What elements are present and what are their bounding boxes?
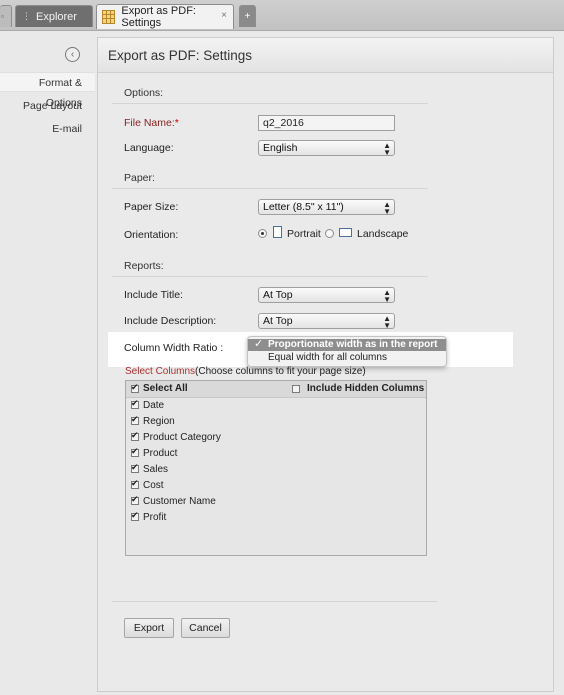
tab-explorer[interactable]: ⋮ Explorer (15, 5, 93, 27)
file-name-label-text: File Name: (124, 117, 175, 129)
tab-bar: ▫ ⋮ Explorer Export as PDF: Settings × + (0, 0, 564, 31)
landscape-label: Landscape (357, 228, 409, 240)
column-checkbox[interactable] (131, 414, 139, 425)
file-name-input[interactable]: q2_2016 (258, 115, 395, 131)
chevron-left-icon: ‹ (70, 49, 75, 60)
column-checkbox[interactable] (131, 510, 139, 521)
include-description-label: Include Description: (124, 315, 217, 327)
column-checkbox[interactable] (131, 398, 139, 409)
column-checkbox[interactable] (131, 494, 139, 505)
select-columns-label: Select Columns(Choose columns to fit you… (125, 366, 366, 377)
include-title-select[interactable]: At Top ▲ ▼ (258, 287, 395, 304)
divider (112, 601, 437, 602)
paper-size-label: Paper Size: (124, 201, 179, 213)
tab-export-settings[interactable]: Export as PDF: Settings × (96, 4, 234, 29)
include-description-select-value: At Top (263, 315, 293, 327)
column-list-header: Select All Include Hidden Columns (126, 381, 426, 398)
back-button[interactable]: ‹ (65, 47, 80, 62)
tab-explorer-label: Explorer (36, 10, 77, 23)
home-tab[interactable]: ▫ (0, 5, 12, 27)
column-width-dropdown[interactable]: ✓ Proportionate width as in the report E… (247, 336, 447, 367)
tab-settings-label: Export as PDF: Settings (121, 5, 196, 29)
divider (112, 276, 428, 277)
select-columns-hint: (Choose columns to fit your page size) (195, 366, 366, 377)
divider (112, 188, 428, 189)
column-checkbox[interactable] (131, 462, 139, 473)
required-mark: * (174, 117, 179, 129)
export-button[interactable]: Export (124, 618, 174, 638)
file-name-label: File Name:* (124, 117, 179, 129)
landscape-radio[interactable] (325, 229, 334, 238)
language-label: Language: (124, 142, 174, 154)
column-list: Select All Include Hidden Columns Date R… (125, 380, 427, 556)
reports-section-label: Reports: (124, 260, 164, 272)
paper-size-select[interactable]: Letter (8.5" x 11") ▲ ▼ (258, 199, 395, 216)
column-label: Date (143, 400, 165, 411)
column-label: Region (143, 416, 175, 427)
paper-size-select-value: Letter (8.5" x 11") (263, 201, 344, 213)
check-icon: ✓ (254, 338, 264, 350)
landscape-page-icon (339, 228, 352, 237)
cancel-button[interactable]: Cancel (181, 618, 230, 638)
column-checkbox[interactable] (131, 446, 139, 457)
column-checkbox[interactable] (131, 478, 139, 489)
column-label: Profit (143, 512, 167, 523)
include-hidden-label: Include Hidden Columns (307, 383, 425, 394)
page-title: Export as PDF: Settings (108, 48, 253, 63)
grid-icon (102, 10, 116, 24)
sidebar-item-email[interactable]: E-mail (52, 123, 82, 135)
sidebar-item-format-options[interactable]: Format & Options (0, 72, 95, 109)
sidebar-item-page-layout[interactable]: Page Layout (23, 100, 82, 112)
panel-header: Export as PDF: Settings (98, 38, 553, 73)
dropdown-option-equal[interactable]: Equal width for all columns (248, 352, 446, 364)
plus-icon: + (244, 11, 251, 22)
column-label: Cost (143, 480, 164, 491)
paper-section-label: Paper: (124, 172, 155, 184)
dropdown-option-label: Equal width for all columns (268, 352, 387, 363)
include-description-select[interactable]: At Top ▲ ▼ (258, 313, 395, 330)
select-arrows-icon: ▲ ▼ (383, 288, 391, 304)
portrait-radio[interactable] (258, 229, 267, 238)
select-arrows-icon: ▲ ▼ (383, 314, 391, 330)
include-title-label: Include Title: (124, 289, 183, 301)
column-checkbox[interactable] (131, 430, 139, 441)
sidebar-item-label: E-mail (52, 123, 82, 135)
dropdown-option-proportionate[interactable]: ✓ Proportionate width as in the report (248, 338, 446, 351)
select-all-label: Select All (143, 383, 188, 394)
column-label: Product (143, 448, 178, 459)
select-arrows-icon: ▲ ▼ (383, 141, 391, 157)
select-all-checkbox[interactable] (131, 382, 139, 393)
select-arrows-icon: ▲ ▼ (383, 200, 391, 216)
divider (112, 103, 428, 104)
new-tab-button[interactable]: + (239, 5, 256, 27)
include-title-select-value: At Top (263, 289, 293, 301)
options-section-label: Options: (124, 87, 164, 99)
select-columns-title: Select Columns (125, 366, 196, 377)
column-width-ratio-label: Column Width Ratio : (124, 342, 224, 354)
language-select-value: English (263, 142, 298, 154)
portrait-page-icon (273, 226, 282, 238)
column-label: Sales (143, 464, 169, 475)
home-icon: ▫ (1, 12, 4, 21)
include-hidden-checkbox[interactable] (292, 385, 300, 393)
orientation-label: Orientation: (124, 229, 179, 241)
close-icon[interactable]: × (221, 10, 227, 21)
sidebar-item-label: Page Layout (23, 100, 82, 112)
column-label: Customer Name (143, 496, 216, 507)
dropdown-option-label: Proportionate width as in the report (268, 339, 438, 350)
column-label: Product Category (143, 432, 221, 443)
explorer-icon: ⋮ (22, 10, 31, 21)
portrait-label: Portrait (287, 228, 321, 240)
language-select[interactable]: English ▲ ▼ (258, 140, 395, 157)
